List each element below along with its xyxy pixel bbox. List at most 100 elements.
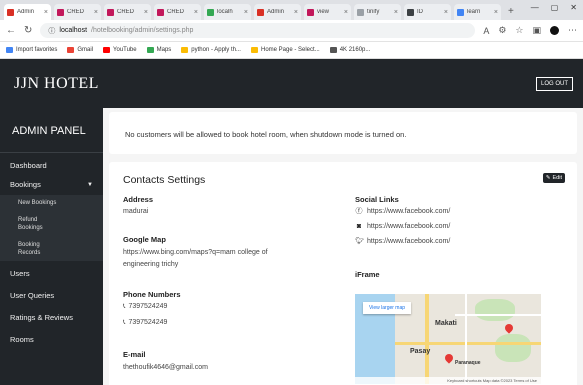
- tab-close-icon[interactable]: ×: [144, 9, 148, 16]
- browser-tab[interactable]: Admin ×: [4, 4, 51, 20]
- browser-tab[interactable]: ID ×: [404, 4, 451, 20]
- tab-favicon-icon: [357, 8, 364, 16]
- bookmark-favicon-icon: [250, 47, 258, 53]
- social-row-facebook: ⓕ https://www.facebook.com/: [355, 206, 451, 218]
- logout-button[interactable]: LOG OUT: [535, 76, 573, 91]
- bookmark-label: 4K 2160p...: [339, 47, 371, 53]
- phone-row: 📞︎ 7397524249: [123, 301, 167, 313]
- browser-tab[interactable]: CRED ×: [154, 4, 201, 20]
- tab-favicon-icon: [57, 8, 64, 16]
- maximize-icon[interactable]: ▢: [551, 3, 559, 12]
- edit-contacts-button[interactable]: ✎ Edit: [542, 173, 565, 183]
- browser-tab[interactable]: tinify ×: [354, 4, 401, 20]
- browser-tab[interactable]: CRED ×: [104, 4, 151, 20]
- map-iframe[interactable]: View larger map Makati Pasay Paranaque K…: [355, 294, 541, 384]
- google-map-value-line: engineering trichy: [123, 261, 179, 268]
- sidebar-item-rooms[interactable]: Rooms: [0, 335, 103, 344]
- sidebar-item-user-queries[interactable]: User Queries: [0, 291, 103, 300]
- window-controls: — ▢ ✕: [531, 3, 577, 12]
- favorite-star-icon[interactable]: ☆: [515, 25, 523, 36]
- tab-close-icon[interactable]: ×: [44, 9, 48, 16]
- tab-close-icon[interactable]: ×: [294, 9, 298, 16]
- submenu-refund-bookings[interactable]: Refund Bookings: [0, 216, 103, 232]
- info-icon[interactable]: ⓘ: [48, 26, 55, 36]
- tab-close-icon[interactable]: ×: [344, 9, 348, 16]
- back-icon[interactable]: ←: [6, 25, 16, 36]
- tab-title: tinify: [367, 9, 380, 15]
- iframe-label: iFrame: [355, 270, 380, 279]
- browser-tab[interactable]: learn ×: [454, 4, 501, 20]
- collections-icon[interactable]: ▣: [532, 25, 541, 36]
- tab-favicon-icon: [7, 8, 14, 16]
- tab-title: ID: [417, 9, 423, 15]
- url-host: localhost: [59, 27, 88, 34]
- tab-favicon-icon: [207, 8, 214, 16]
- caret-down-icon: ▼: [87, 181, 93, 188]
- address-value: madurai: [123, 208, 149, 215]
- tab-favicon-icon: [307, 8, 314, 16]
- tab-favicon-icon: [257, 8, 264, 16]
- sidebar-item-dashboard[interactable]: Dashboard: [0, 161, 103, 170]
- tab-favicon-icon: [107, 8, 114, 16]
- submenu-new-bookings[interactable]: New Bookings: [0, 199, 103, 207]
- bookmark-item[interactable]: YouTube: [103, 47, 137, 53]
- bookmark-item[interactable]: Home Page - Select...: [250, 47, 320, 53]
- tab-title: CRED: [167, 9, 185, 15]
- tab-close-icon[interactable]: ×: [94, 9, 98, 16]
- submenu-label: Bookings: [18, 225, 43, 231]
- tab-close-icon[interactable]: ×: [394, 9, 398, 16]
- more-menu-icon[interactable]: ⋯: [568, 25, 577, 36]
- sidebar-item-ratings-reviews[interactable]: Ratings & Reviews: [0, 313, 103, 322]
- sidebar-item-bookings[interactable]: Bookings ▼: [0, 180, 103, 189]
- bookmark-item[interactable]: Gmail: [67, 47, 93, 53]
- submenu-booking-records[interactable]: Booking Records: [0, 241, 103, 257]
- phone-icon: 📞︎: [123, 303, 126, 310]
- phone-icon: 📞︎: [123, 319, 126, 326]
- tab-close-icon[interactable]: ×: [444, 9, 448, 16]
- bookmark-label: Maps: [156, 47, 172, 53]
- reload-icon[interactable]: ↻: [24, 25, 32, 36]
- sidebar-item-users[interactable]: Users: [0, 269, 103, 278]
- bookmark-item[interactable]: python - Apply th...: [181, 47, 241, 53]
- tab-title: Admin: [267, 9, 285, 15]
- tab-close-icon[interactable]: ×: [194, 9, 198, 16]
- bookmark-label: Gmail: [77, 47, 94, 53]
- map-road: [465, 294, 467, 384]
- browser-tab[interactable]: view ×: [304, 4, 351, 20]
- tab-close-icon[interactable]: ×: [244, 9, 248, 16]
- bookmarks-bar: Import favorites Gmail YouTube Maps python -…: [0, 42, 583, 59]
- close-window-icon[interactable]: ✕: [570, 3, 577, 12]
- url-input[interactable]: ⓘ localhost/hotelbooking/admin/settings.…: [40, 23, 476, 38]
- phone-number: 7397524249: [128, 303, 168, 310]
- bookmark-favicon-icon: [67, 47, 75, 53]
- map-park: [495, 334, 531, 362]
- minimize-icon[interactable]: —: [531, 3, 539, 12]
- bookmark-item[interactable]: Maps: [146, 47, 172, 53]
- social-row-instagram: ◙ https://www.facebook.com/: [355, 221, 450, 233]
- tab-title: CRED: [67, 9, 85, 15]
- sidebar-title: ADMIN PANEL: [0, 108, 103, 153]
- address-label: Address: [123, 195, 154, 204]
- browser-tab[interactable]: localh ×: [204, 4, 251, 20]
- bookmark-item[interactable]: 4K 2160p...: [329, 47, 371, 53]
- read-aloud-icon[interactable]: A: [483, 26, 489, 36]
- twitter-icon: 🐦︎: [355, 238, 364, 245]
- browser-tab[interactable]: CRED ×: [54, 4, 101, 20]
- new-tab-button[interactable]: +: [508, 4, 514, 20]
- app-header: JJN HOTEL LOG OUT: [0, 59, 583, 108]
- view-larger-map-button[interactable]: View larger map: [363, 302, 412, 314]
- extensions-icon[interactable]: ⚙: [498, 25, 506, 36]
- tab-title: CRED: [117, 9, 135, 15]
- bookmark-favicon-icon: [103, 47, 111, 53]
- phone-numbers-label: Phone Numbers: [123, 290, 181, 299]
- tab-close-icon[interactable]: ×: [494, 9, 498, 16]
- map-road: [455, 314, 541, 316]
- bookmark-favicon-icon: [6, 47, 13, 53]
- email-label: E-mail: [123, 350, 146, 359]
- bookmark-label: Import favorites: [16, 47, 58, 53]
- map-footer: Keyboard shortcuts Map data ©2023 Terms …: [355, 377, 541, 384]
- contacts-settings-card: Contacts Settings ✎ Edit Address madurai…: [109, 162, 577, 385]
- bookmark-item[interactable]: Import favorites: [6, 47, 57, 53]
- browser-tab[interactable]: Admin ×: [254, 4, 301, 20]
- profile-avatar[interactable]: [550, 26, 559, 35]
